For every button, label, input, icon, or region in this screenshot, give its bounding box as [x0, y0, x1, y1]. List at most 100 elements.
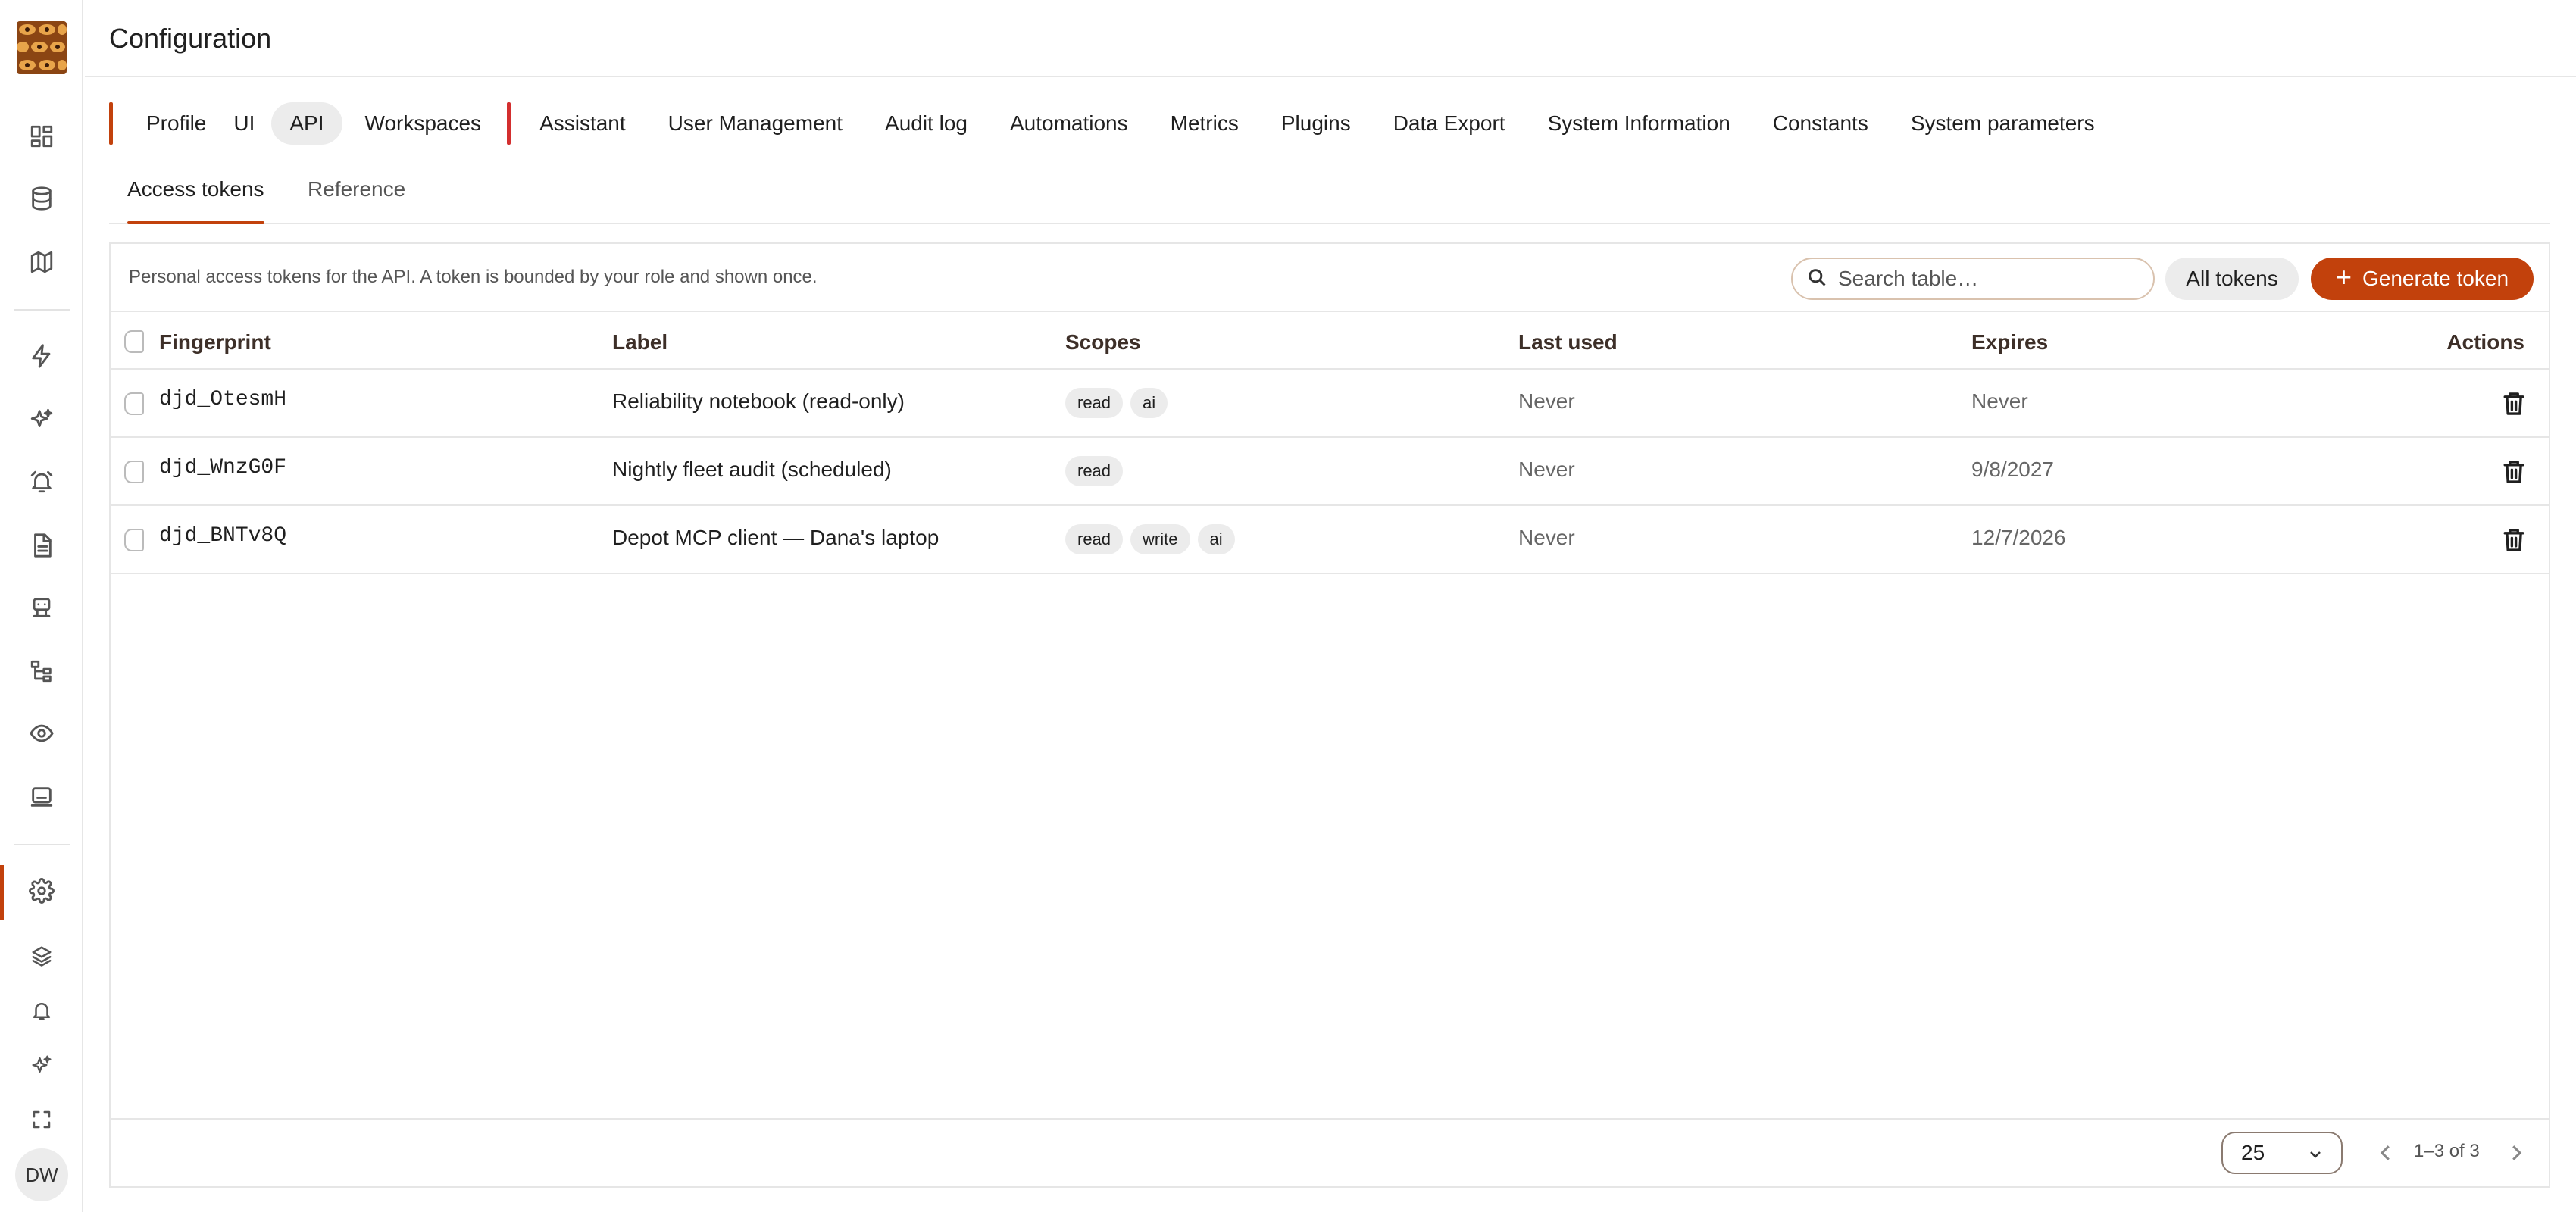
scope-chip: write	[1130, 524, 1190, 554]
page-header: Configuration	[85, 0, 2576, 77]
table-header: Fingerprint Label Scopes Last used Expir…	[111, 314, 2549, 370]
column-header-scopes[interactable]: Scopes	[1065, 330, 1141, 355]
token-label: Reliability notebook (read-only)	[612, 389, 905, 413]
table-row[interactable]: djd_OtesmH Reliability notebook (read-on…	[111, 370, 2549, 438]
tab-user-management[interactable]: User Management	[647, 102, 864, 145]
table-footer: 25 1–3 of 3	[111, 1118, 2549, 1186]
token-last-used: Never	[1518, 458, 1575, 481]
nav-assistant[interactable]	[0, 1036, 83, 1097]
tab-metrics[interactable]: Metrics	[1149, 102, 1260, 145]
nav-devices[interactable]	[0, 768, 83, 829]
tab-plugins[interactable]: Plugins	[1260, 102, 1372, 145]
generate-token-button[interactable]: + Generate token	[2311, 258, 2534, 300]
token-last-used: Never	[1518, 389, 1575, 413]
sidebar: DW	[0, 0, 83, 1212]
dashboard-icon	[29, 123, 55, 153]
table-row[interactable]: djd_WnzG0F Nightly fleet audit (schedule…	[111, 438, 2549, 506]
tab-ui[interactable]: UI	[227, 102, 271, 145]
lightning-icon	[29, 343, 55, 373]
bell-icon	[30, 999, 53, 1026]
token-last-used: Never	[1518, 526, 1575, 549]
database-icon	[29, 186, 55, 215]
select-all-checkbox[interactable]	[124, 330, 144, 353]
column-header-expires[interactable]: Expires	[1971, 330, 2048, 355]
robot-icon	[29, 595, 55, 624]
token-fingerprint: djd_OtesmH	[159, 388, 287, 411]
nav-robots[interactable]	[0, 579, 83, 639]
fullscreen-icon	[30, 1108, 53, 1135]
nav-automations[interactable]	[0, 327, 83, 388]
card-description: Personal access tokens for the API. A to…	[129, 267, 818, 287]
nav-documents[interactable]	[0, 517, 83, 577]
row-checkbox[interactable]	[124, 529, 144, 551]
tab-profile[interactable]: Profile	[113, 102, 227, 145]
search-box[interactable]	[1791, 258, 2155, 300]
avatar[interactable]: DW	[15, 1148, 68, 1201]
tab-constants[interactable]: Constants	[1752, 102, 1890, 145]
nav-configuration[interactable]	[0, 862, 83, 923]
page-size-select[interactable]: 25	[2221, 1132, 2343, 1174]
delete-token-button[interactable]	[2502, 459, 2526, 485]
card-toolbar: Personal access tokens for the API. A to…	[111, 244, 2549, 312]
pagination-range: 1–3 of 3	[2414, 1141, 2480, 1161]
tab-workspaces[interactable]: Workspaces	[342, 102, 508, 145]
tab-audit-log[interactable]: Audit log	[864, 102, 989, 145]
nav-layers[interactable]	[0, 927, 83, 988]
column-header-last-used[interactable]: Last used	[1518, 330, 1618, 355]
avatar-initials: DW	[25, 1163, 58, 1186]
trash-icon	[2502, 461, 2526, 488]
previous-page-button[interactable]	[2374, 1139, 2397, 1167]
search-input[interactable]	[1838, 267, 2141, 291]
delete-token-button[interactable]	[2502, 391, 2526, 417]
scope-chip: read	[1065, 388, 1124, 418]
column-header-actions: Actions	[2446, 330, 2524, 354]
nav-notifications[interactable]	[0, 982, 83, 1042]
column-header-label[interactable]: Label	[612, 330, 667, 355]
column-header-fingerprint[interactable]: Fingerprint	[159, 330, 271, 355]
sparkles-icon	[29, 407, 55, 436]
config-tabs: Profile UI API Workspaces Assistant User…	[109, 102, 2576, 145]
nav-ai[interactable]	[0, 391, 83, 451]
tab-data-export[interactable]: Data Export	[1372, 102, 1527, 145]
app-logo[interactable]	[17, 21, 67, 74]
chevron-right-icon	[2505, 1145, 2528, 1170]
monitor-icon	[29, 784, 55, 814]
scope-chip: ai	[1130, 388, 1168, 418]
plus-icon: +	[2335, 261, 2352, 292]
token-fingerprint: djd_WnzG0F	[159, 456, 287, 479]
nav-map[interactable]	[0, 233, 83, 294]
sidebar-divider	[14, 844, 70, 845]
token-expires: 12/7/2026	[1971, 526, 2066, 549]
map-icon	[29, 249, 55, 279]
tab-system-information[interactable]: System Information	[1527, 102, 1752, 145]
token-fingerprint: djd_BNTv8Q	[159, 524, 287, 548]
tab-automations[interactable]: Automations	[989, 102, 1149, 145]
token-scopes: read	[1065, 456, 1124, 486]
token-label: Depot MCP client — Dana's laptop	[612, 526, 939, 549]
table-row[interactable]: djd_BNTv8Q Depot MCP client — Dana's lap…	[111, 506, 2549, 574]
hierarchy-icon	[29, 658, 55, 688]
page-title: Configuration	[109, 23, 272, 54]
all-tokens-filter-button[interactable]: All tokens	[2165, 258, 2299, 300]
tab-assistant[interactable]: Assistant	[511, 102, 647, 145]
nav-alarms[interactable]	[0, 453, 83, 514]
token-expires: Never	[1971, 389, 2028, 413]
document-icon	[29, 533, 55, 562]
row-checkbox[interactable]	[124, 461, 144, 483]
tab-api[interactable]: API	[271, 102, 342, 145]
next-page-button[interactable]	[2505, 1139, 2528, 1167]
page-size-value: 25	[2241, 1141, 2265, 1164]
nav-database[interactable]	[0, 170, 83, 230]
nav-dashboard[interactable]	[0, 108, 83, 168]
eye-icon	[29, 720, 55, 750]
api-sub-tabs: Access tokens Reference	[109, 167, 2550, 224]
nav-monitoring[interactable]	[0, 704, 83, 765]
sidebar-divider	[14, 309, 70, 311]
row-checkbox[interactable]	[124, 392, 144, 415]
tab-system-parameters[interactable]: System parameters	[1890, 102, 2116, 145]
tab-access-tokens[interactable]: Access tokens	[127, 177, 264, 224]
nav-fullscreen[interactable]	[0, 1091, 83, 1151]
nav-hierarchy[interactable]	[0, 642, 83, 703]
tab-reference[interactable]: Reference	[308, 177, 405, 223]
delete-token-button[interactable]	[2502, 527, 2526, 553]
